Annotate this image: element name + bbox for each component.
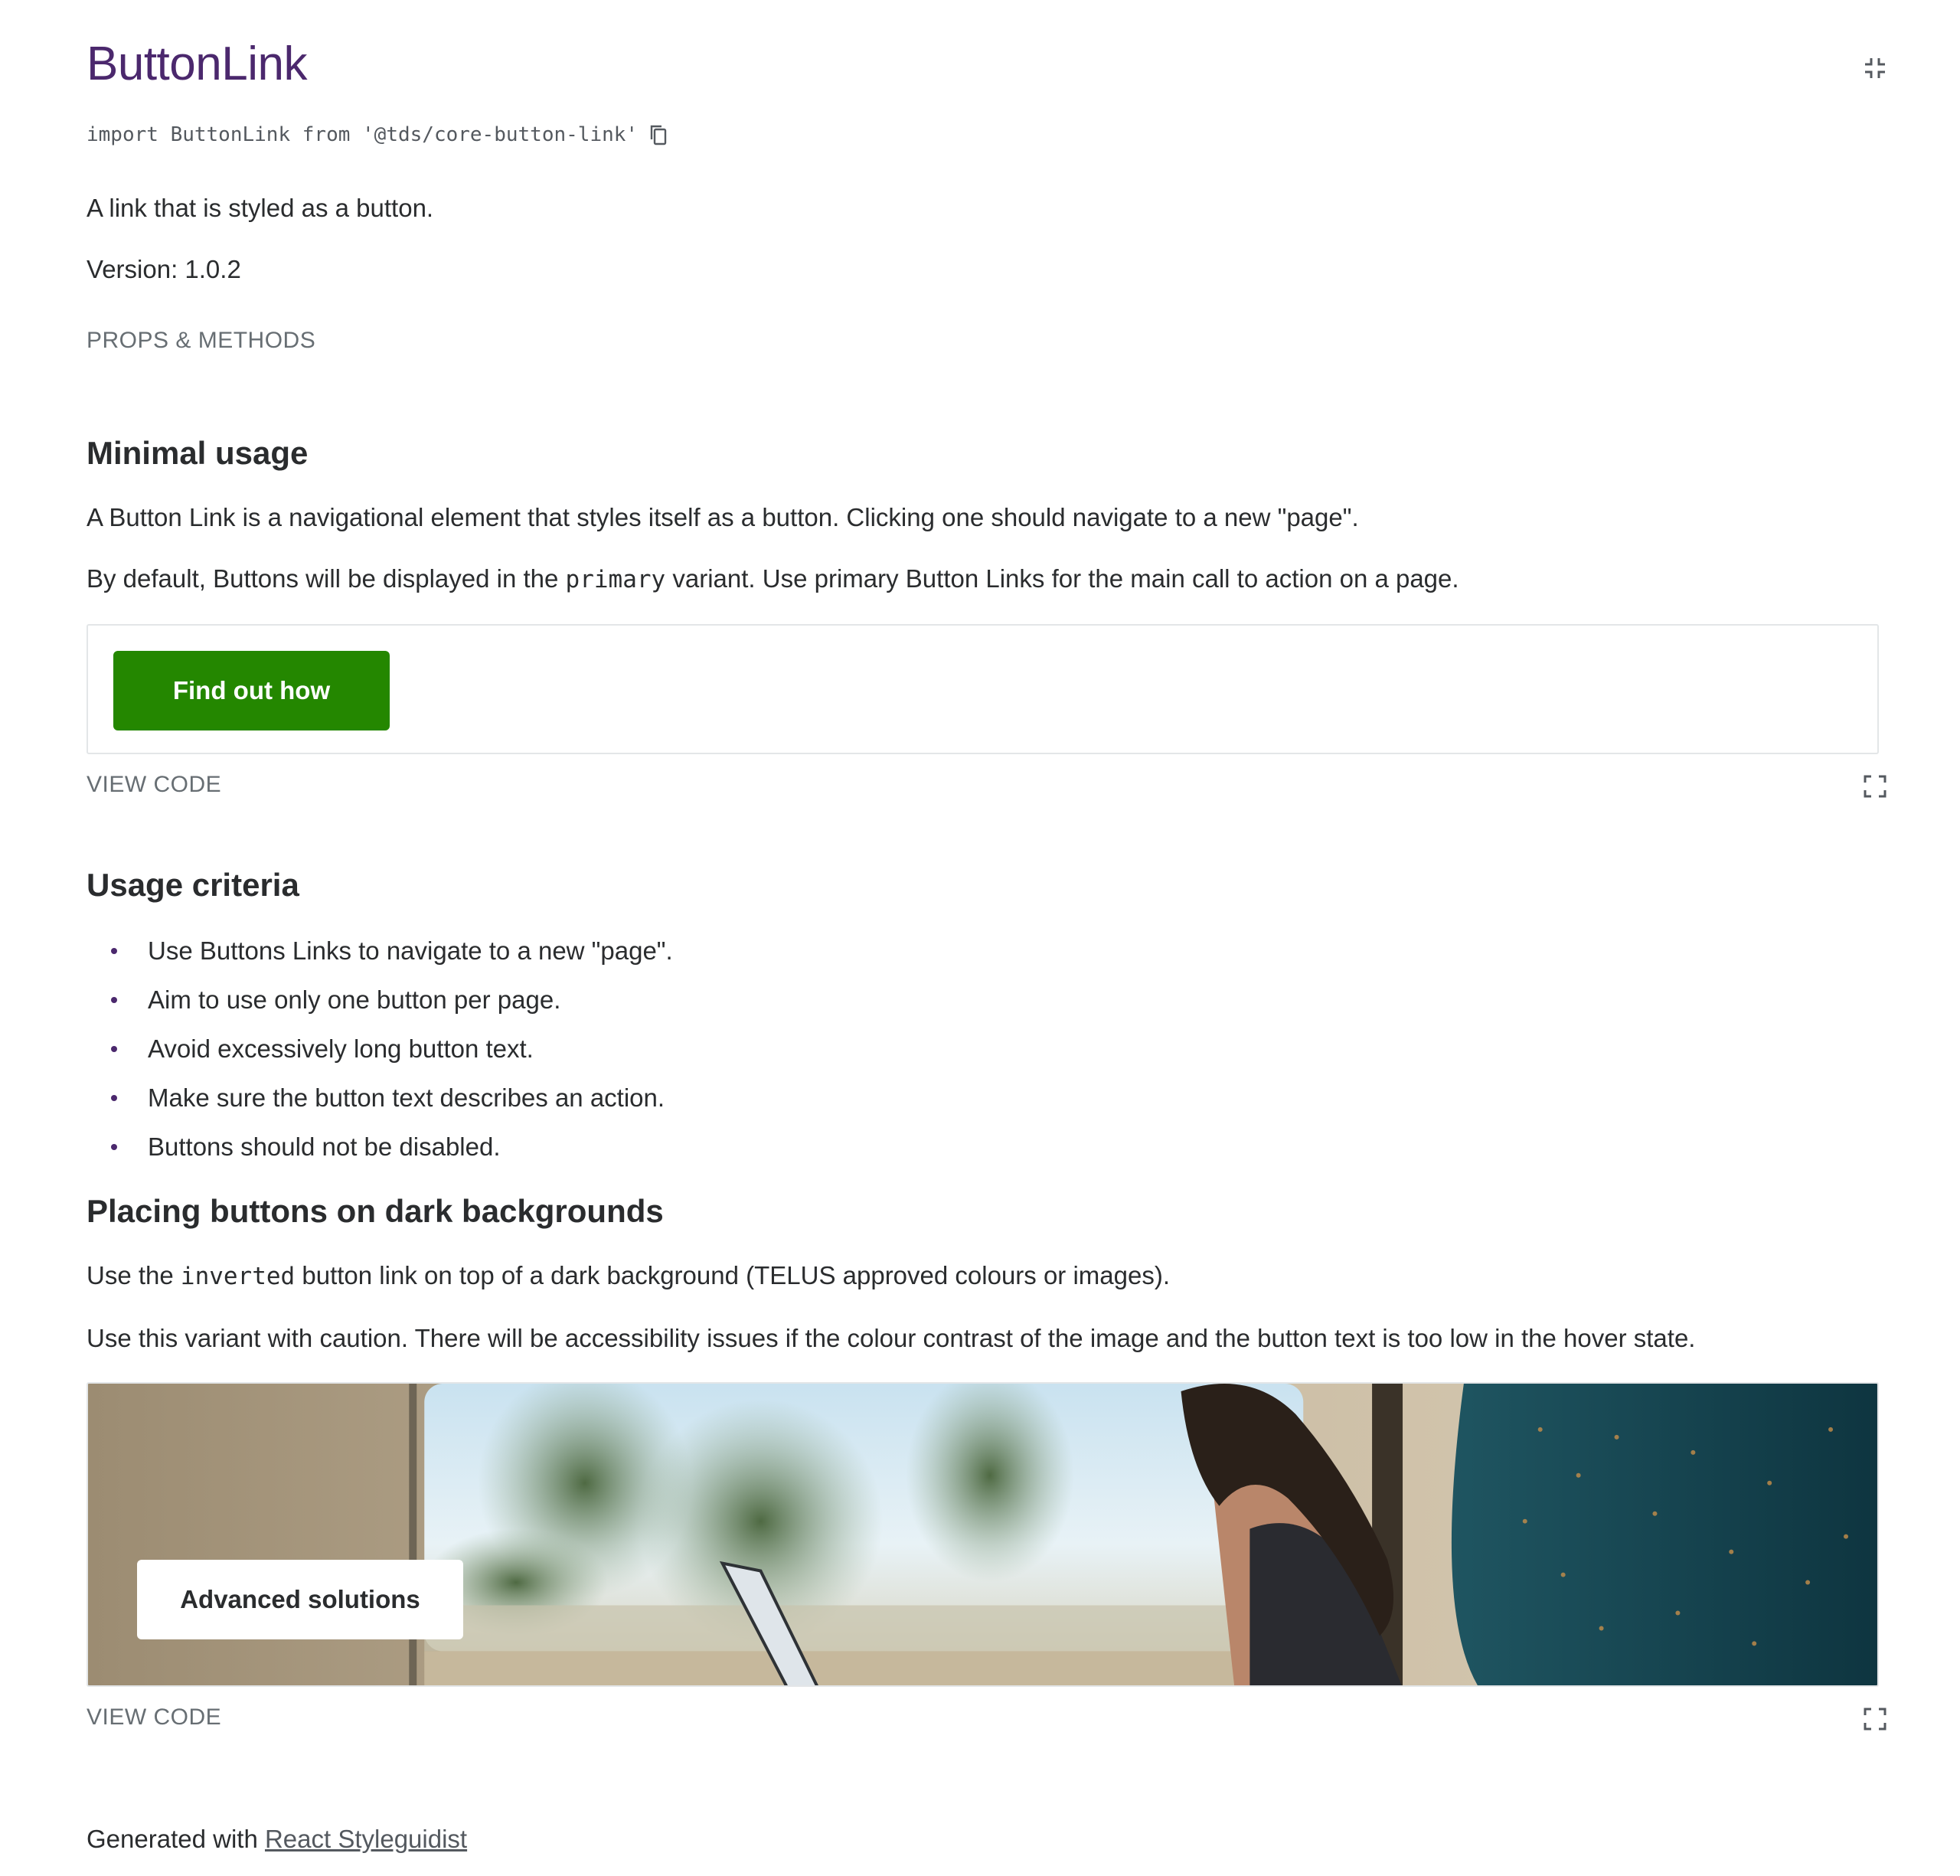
- collapse-icon[interactable]: [1864, 57, 1886, 80]
- background-photo: [88, 1384, 1877, 1685]
- example-preview-inverted: Advanced solutions: [87, 1382, 1879, 1687]
- copy-icon[interactable]: [648, 124, 668, 145]
- import-statement-row: import ButtonLink from '@tds/core-button…: [87, 119, 668, 150]
- minimal-usage-default-paragraph: By default, Buttons will be displayed in…: [87, 562, 1459, 596]
- component-version: Version: 1.0.2: [87, 255, 241, 283]
- list-item: Use Buttons Links to navigate to a new "…: [87, 934, 673, 983]
- footer: Generated with React Styleguidist: [87, 1822, 467, 1856]
- dark-backgrounds-caution-paragraph: Use this variant with caution. There wil…: [87, 1324, 1696, 1352]
- component-description: A link that is styled as a button.: [87, 194, 434, 222]
- minimal-usage-paragraph: A Button Link is a navigational element …: [87, 503, 1359, 531]
- import-statement: import ButtonLink from '@tds/core-button…: [87, 123, 639, 146]
- example-preview-primary: Find out how: [87, 624, 1879, 754]
- list-item: Make sure the button text describes an a…: [87, 1081, 673, 1130]
- usage-criteria-heading: Usage criteria: [87, 867, 299, 903]
- code-primary: primary: [565, 566, 666, 593]
- text-segment: By default, Buttons will be displayed in…: [87, 564, 566, 593]
- list-item: Avoid excessively long button text.: [87, 1032, 673, 1081]
- bullet-icon: [111, 1046, 117, 1052]
- bullet-icon: [111, 1095, 117, 1101]
- expand-icon[interactable]: [1864, 1708, 1886, 1731]
- minimal-usage-heading: Minimal usage: [87, 435, 309, 471]
- list-item: Buttons should not be disabled.: [87, 1130, 673, 1179]
- list-item-text: Buttons should not be disabled.: [148, 1132, 501, 1161]
- styleguide-page: ButtonLink import ButtonLink from '@tds/…: [0, 0, 1960, 1876]
- text-segment: Use the: [87, 1261, 181, 1289]
- dark-backgrounds-paragraph: Use the inverted button link on top of a…: [87, 1259, 1170, 1293]
- bullet-icon: [111, 997, 117, 1003]
- code-inverted: inverted: [180, 1263, 296, 1290]
- react-styleguidist-link[interactable]: React Styleguidist: [265, 1825, 467, 1853]
- usage-criteria-list: Use Buttons Links to navigate to a new "…: [87, 934, 673, 1179]
- bullet-icon: [111, 948, 117, 954]
- list-item-text: Make sure the button text describes an a…: [148, 1083, 665, 1112]
- list-item-text: Aim to use only one button per page.: [148, 985, 561, 1014]
- view-code-link[interactable]: VIEW CODE: [87, 1704, 221, 1731]
- expand-icon[interactable]: [1864, 775, 1886, 798]
- text-segment: variant. Use primary Button Links for th…: [665, 564, 1459, 593]
- props-methods-link[interactable]: PROPS & METHODS: [87, 328, 315, 354]
- find-out-how-button[interactable]: Find out how: [113, 651, 390, 730]
- page-title: ButtonLink: [87, 38, 308, 90]
- list-item-text: Avoid excessively long button text.: [148, 1034, 534, 1063]
- list-item-text: Use Buttons Links to navigate to a new "…: [148, 936, 673, 965]
- dark-backgrounds-heading: Placing buttons on dark backgrounds: [87, 1193, 664, 1229]
- advanced-solutions-button[interactable]: Advanced solutions: [137, 1560, 463, 1639]
- bullet-icon: [111, 1144, 117, 1150]
- list-item: Aim to use only one button per page.: [87, 983, 673, 1032]
- footer-prefix: Generated with: [87, 1825, 265, 1853]
- text-segment: button link on top of a dark background …: [295, 1261, 1171, 1289]
- view-code-link[interactable]: VIEW CODE: [87, 772, 221, 798]
